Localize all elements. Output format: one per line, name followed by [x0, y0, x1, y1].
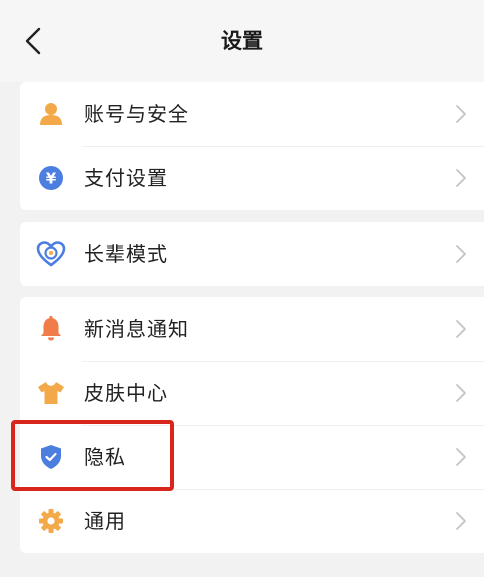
- settings-item-label: 皮肤中心: [84, 381, 168, 405]
- page-title: 设置: [221, 29, 263, 53]
- settings-item-general[interactable]: 通用: [20, 489, 484, 553]
- settings-group-general: 新消息通知 皮肤中心 隐私 通用: [20, 297, 484, 553]
- settings-item-label: 通用: [84, 509, 126, 533]
- user-icon: [36, 99, 66, 129]
- chevron-right-icon: [456, 512, 466, 530]
- settings-item-payment[interactable]: ¥ 支付设置: [20, 146, 484, 210]
- chevron-right-icon: [456, 320, 466, 338]
- settings-item-privacy[interactable]: 隐私: [20, 425, 484, 489]
- settings-item-account-security[interactable]: 账号与安全: [20, 82, 484, 146]
- settings-item-label: 长辈模式: [84, 242, 168, 266]
- chevron-right-icon: [456, 448, 466, 466]
- navigation-bar: 设置: [0, 0, 484, 82]
- settings-item-label: 隐私: [84, 445, 126, 469]
- settings-item-notifications[interactable]: 新消息通知: [20, 297, 484, 361]
- settings-item-label: 账号与安全: [84, 102, 189, 126]
- settings-group-elder: 长辈模式: [20, 222, 484, 286]
- gear-icon: [36, 506, 66, 536]
- yuan-glyph: ¥: [46, 170, 57, 188]
- heart-smile-icon: [36, 239, 66, 269]
- settings-group-account: 账号与安全 ¥ 支付设置: [20, 82, 484, 210]
- shield-check-icon: [36, 442, 66, 472]
- settings-item-label: 新消息通知: [84, 317, 189, 341]
- chevron-right-icon: [456, 245, 466, 263]
- settings-item-elder-mode[interactable]: 长辈模式: [20, 222, 484, 286]
- settings-item-skin-center[interactable]: 皮肤中心: [20, 361, 484, 425]
- shirt-icon: [36, 378, 66, 408]
- chevron-right-icon: [456, 105, 466, 123]
- chevron-right-icon: [456, 169, 466, 187]
- settings-item-label: 支付设置: [84, 166, 168, 190]
- yuan-coin-icon: ¥: [36, 163, 66, 193]
- bell-icon: [36, 314, 66, 344]
- chevron-right-icon: [456, 384, 466, 402]
